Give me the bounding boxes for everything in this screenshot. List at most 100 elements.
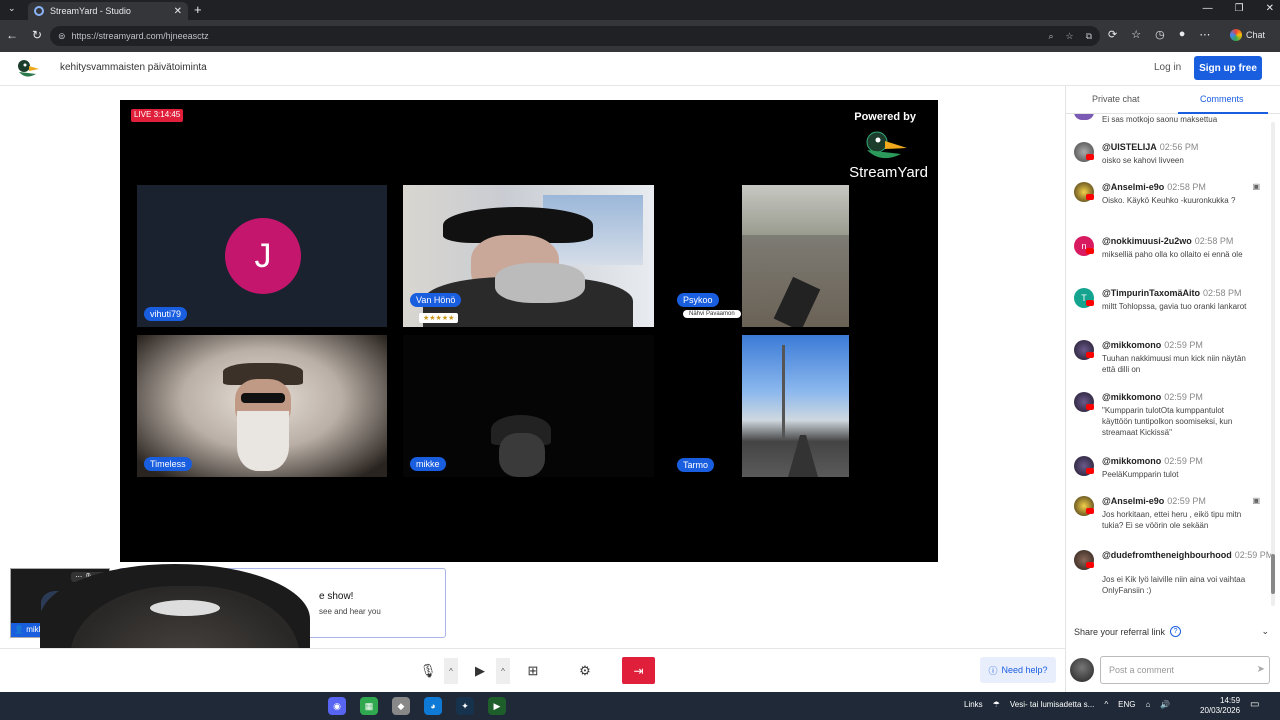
participant-tile[interactable] — [742, 185, 849, 327]
referral-link-row[interactable]: Share your referral link ? ⌄ — [1074, 626, 1269, 637]
chevron-down-icon[interactable]: ⌄ — [1261, 626, 1269, 637]
avatar — [1070, 658, 1094, 682]
comment-scrollbar[interactable] — [1271, 122, 1275, 606]
help-button[interactable]: ⓘ Need help? — [980, 657, 1056, 683]
settings-gear-icon[interactable]: ⚙ — [571, 658, 599, 684]
participant-tile[interactable] — [742, 335, 849, 477]
refresh-page-icon[interactable]: ⟳ — [1108, 28, 1117, 41]
camera-icon[interactable]: ▶ — [466, 658, 494, 684]
clock[interactable]: 14:59 20/03/2026 — [1200, 696, 1240, 716]
trees-background — [742, 185, 849, 235]
comment-author: @Anselmi-e9o 02:58 PM — [1102, 182, 1206, 192]
login-link[interactable]: Log in — [1154, 62, 1181, 73]
participant-tile[interactable]: Timeless — [137, 335, 387, 477]
tab-menu-icon[interactable]: ⌄ — [8, 3, 16, 14]
scrollbar-thumb[interactable] — [1271, 554, 1275, 594]
network-icon[interactable]: ⌂ — [1145, 700, 1150, 709]
beard — [237, 411, 289, 471]
scarf — [495, 263, 585, 303]
tab-private-chat[interactable]: Private chat — [1092, 94, 1140, 104]
steam-icon[interactable]: ✦ — [456, 697, 474, 715]
notifications-icon[interactable]: ▭ — [1250, 699, 1259, 710]
extensions-icon[interactable]: ⧉ — [1086, 31, 1092, 42]
broadcast-title: kehitysvammaisten päivätoiminta — [60, 62, 207, 73]
streamyard-logo-icon[interactable] — [16, 58, 40, 80]
avatar: J — [225, 218, 301, 294]
panel-tabs: Private chat Comments — [1066, 86, 1280, 114]
app-green-icon[interactable]: ▦ — [360, 697, 378, 715]
pin-icon[interactable]: ▣ — [1252, 496, 1260, 505]
face — [499, 433, 545, 477]
participant-tile[interactable]: Van Hönö ★★★★★ — [403, 185, 654, 327]
participant-name: Tarmo — [677, 458, 715, 472]
comment-author: @Anselmi-e9o 02:59 PM — [1102, 496, 1206, 506]
signup-button[interactable]: Sign up free — [1194, 56, 1262, 80]
participant-name: Timeless — [144, 457, 192, 471]
pin-icon[interactable]: ▣ — [1252, 182, 1260, 191]
copilot-icon — [1230, 29, 1242, 41]
comment-text: Jos ei Kik lyö laiville niin aina voi va… — [1102, 575, 1246, 595]
mic-options-chevron-icon[interactable]: ^ — [444, 658, 458, 684]
app-grey-icon[interactable]: ◆ — [392, 697, 410, 715]
comment-time: 02:59 PM — [1167, 496, 1206, 506]
new-tab-icon[interactable]: + — [194, 2, 202, 17]
browser-tab-bar: ⌄ StreamYard - Studio ✕ + — ❐ ✕ — [0, 0, 1280, 20]
screen-share-icon[interactable]: ⊞ — [519, 658, 547, 684]
zoom-icon[interactable]: ⌕ — [1048, 31, 1053, 42]
links-label[interactable]: Links — [964, 700, 983, 709]
maximize-icon[interactable]: ❐ — [1235, 3, 1244, 14]
site-info-icon[interactable]: ⊜ — [58, 31, 66, 42]
participant-tile[interactable]: J vihuti79 — [137, 185, 387, 327]
edge-browser-icon[interactable]: ◕ — [424, 697, 442, 715]
comment-time: 02:59 PM — [1164, 340, 1203, 350]
lang-indicator[interactable]: ENG — [1118, 700, 1135, 709]
streamyard-brand-text: StreamYard — [849, 164, 928, 181]
more-icon[interactable]: ⋯ — [1199, 28, 1210, 41]
kick-app-icon[interactable]: ▶ — [488, 697, 506, 715]
reload-icon[interactable]: ↻ — [32, 28, 42, 42]
help-label: Need help? — [1001, 665, 1048, 675]
comments-panel: Private chat Comments Ei sas motkojo sao… — [1065, 86, 1280, 692]
comment-text: "Kumpparin tulotOta kumppantulot käyttöö… — [1102, 406, 1233, 437]
comment-input[interactable]: Post a comment — [1100, 656, 1270, 684]
comment-text: Jos horkitaan, ettei heru , eikö tipu mi… — [1102, 510, 1242, 530]
leave-studio-button[interactable]: ⇥ — [622, 657, 655, 684]
copilot-chat-button[interactable]: Chat — [1230, 29, 1265, 41]
favorites-icon[interactable]: ☆ — [1131, 28, 1141, 41]
lamp-post — [782, 345, 785, 440]
back-icon[interactable]: ← — [6, 28, 18, 42]
history-icon[interactable]: ◷ — [1155, 28, 1165, 41]
help-question-icon[interactable]: ? — [1170, 626, 1182, 637]
comment-text: mikselliä paho olla ko ollaito ei ennä o… — [1102, 250, 1243, 259]
comment-time: 02:58 PM — [1167, 182, 1206, 192]
weather-text[interactable]: Vesi- tai lumisadetta s... — [1010, 700, 1094, 709]
comment-time: 02:59 PM — [1164, 392, 1203, 402]
comment-author: @UISTELIJA 02:56 PM — [1102, 142, 1199, 152]
volume-icon[interactable]: 🔊 — [1160, 700, 1170, 709]
tray-chevron-icon[interactable]: ^ — [1104, 700, 1108, 709]
address-bar[interactable]: ⊜ https://streamyard.com/hjneeasctz ⌕ ☆ … — [50, 26, 1100, 46]
send-icon[interactable]: ➤ — [1257, 664, 1265, 675]
clock-time: 14:59 — [1220, 696, 1241, 705]
tab-comments[interactable]: Comments — [1200, 94, 1244, 104]
favorite-star-icon[interactable]: ☆ — [1065, 31, 1073, 42]
minimize-icon[interactable]: — — [1203, 3, 1213, 14]
os-taskbar: ◉ ▦ ◆ ◕ ✦ ▶ Links ☂ Vesi- tai lumisadett… — [0, 692, 1280, 720]
participant-tile[interactable]: mikke — [403, 335, 654, 477]
participant-name: vihuti79 — [144, 307, 188, 321]
participant-name: Van Hönö — [410, 293, 462, 307]
browser-tools: ⟳ ☆ ◷ ● ⋯ — [1108, 28, 1210, 41]
browser-tab[interactable]: StreamYard - Studio ✕ — [28, 2, 188, 20]
comment-list[interactable]: Ei sas motkojo saonu maksettua @UISTELIJ… — [1066, 114, 1280, 606]
camera-options-chevron-icon[interactable]: ^ — [496, 658, 510, 684]
comment-composer: Post a comment ➤ — [1070, 656, 1275, 686]
microphone-icon[interactable]: 🎙 — [414, 658, 442, 684]
close-tab-icon[interactable]: ✕ — [174, 6, 182, 17]
youtube-icon — [1086, 194, 1094, 200]
profile-icon[interactable]: ● — [1179, 28, 1186, 41]
youtube-icon — [1086, 404, 1094, 410]
discord-icon[interactable]: ◉ — [328, 697, 346, 715]
powered-by-label: Powered by — [854, 111, 916, 123]
road — [788, 435, 818, 477]
close-window-icon[interactable]: ✕ — [1266, 3, 1274, 14]
